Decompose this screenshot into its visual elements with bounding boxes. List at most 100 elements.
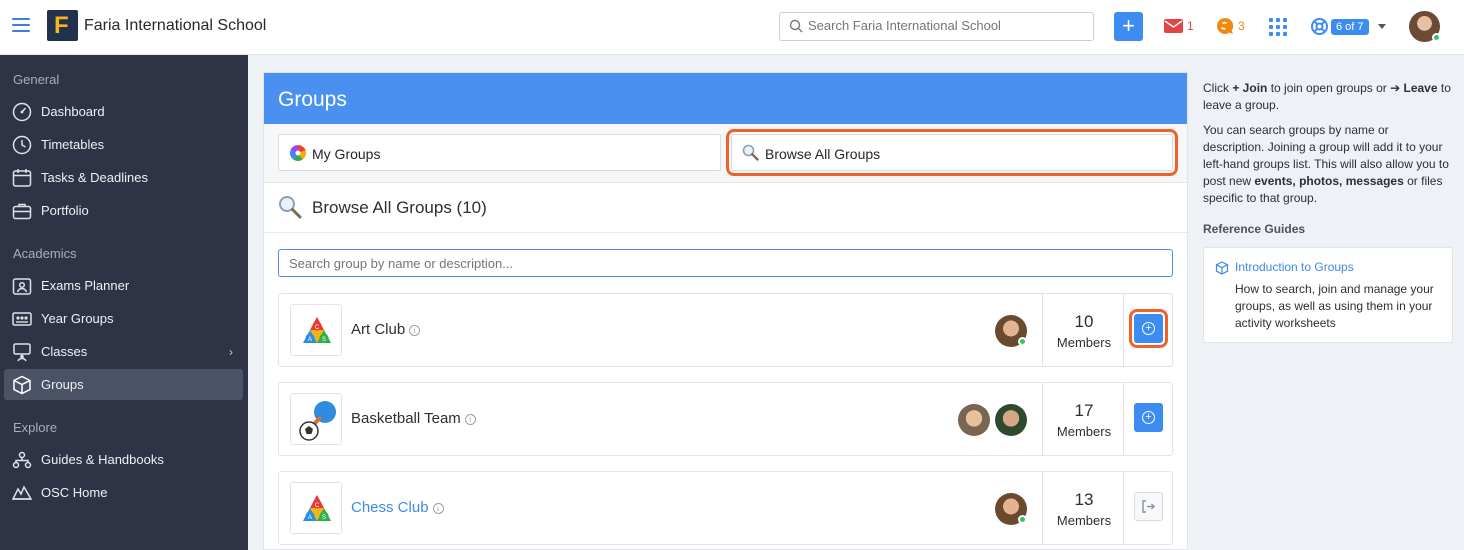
global-search[interactable] bbox=[779, 12, 1094, 41]
mail-count-badge: 1 bbox=[1187, 19, 1194, 33]
svg-text:C: C bbox=[315, 325, 320, 331]
join-button[interactable]: + bbox=[1129, 309, 1168, 348]
member-count: 13 Members bbox=[1042, 472, 1124, 544]
browse-heading-text: Browse All Groups (10) bbox=[312, 198, 487, 217]
sidebar-item-label: Dashboard bbox=[41, 104, 105, 119]
group-name[interactable]: Chess Club i bbox=[351, 499, 444, 516]
sidebar-item-year-groups[interactable]: Year Groups bbox=[4, 303, 243, 334]
sidebar-item-label: Year Groups bbox=[41, 311, 114, 326]
mail-icon[interactable] bbox=[1164, 19, 1183, 33]
page-title: Groups bbox=[278, 88, 347, 111]
chat-icon[interactable] bbox=[1216, 17, 1234, 35]
sidebar-item-portfolio[interactable]: Portfolio bbox=[4, 195, 243, 226]
sidebar-item-timetables[interactable]: Timetables bbox=[4, 129, 243, 160]
sports-icon bbox=[299, 401, 336, 441]
member-count-number: 13 bbox=[1074, 490, 1094, 509]
help-intro: Click + Join to join open groups or ➔ Le… bbox=[1203, 81, 1451, 112]
reference-guide-link[interactable]: Introduction to Groups bbox=[1235, 259, 1354, 276]
member-avatar[interactable] bbox=[958, 404, 990, 436]
member-avatar[interactable] bbox=[995, 404, 1027, 436]
member-count: 17 Members bbox=[1042, 383, 1124, 455]
year-groups-icon bbox=[12, 312, 32, 326]
online-status-dot bbox=[1018, 337, 1027, 346]
tab-label: Browse All Groups bbox=[765, 146, 881, 162]
apps-grid-icon[interactable] bbox=[1269, 18, 1287, 36]
top-bar: F Faria International School + 1 3 6 of … bbox=[0, 0, 1464, 55]
global-search-input[interactable] bbox=[808, 18, 1088, 33]
svg-text:S: S bbox=[322, 337, 326, 343]
group-thumbnail[interactable]: C A S bbox=[290, 304, 342, 356]
group-row-basketball-team: Basketball Team i 17 Members + bbox=[278, 382, 1173, 456]
group-name[interactable]: Basketball Team i bbox=[351, 410, 476, 427]
guides-icon bbox=[12, 451, 32, 469]
tab-browse-all-groups[interactable]: Browse All Groups bbox=[726, 129, 1178, 176]
group-row-chess-club: C A S Chess Club i 13 Members bbox=[278, 471, 1173, 545]
sidebar-item-classes[interactable]: Classes › bbox=[4, 336, 243, 367]
info-icon[interactable]: i bbox=[409, 324, 421, 336]
add-button[interactable]: + bbox=[1114, 12, 1143, 41]
plus-circle-icon: + bbox=[1142, 411, 1155, 424]
sidebar-item-label: OSC Home bbox=[41, 485, 108, 500]
leave-button[interactable] bbox=[1134, 492, 1163, 521]
sidebar-item-label: Groups bbox=[41, 377, 84, 392]
cas-logo-icon: C A S bbox=[303, 317, 331, 343]
reference-guides-heading: Reference Guides bbox=[1203, 222, 1306, 236]
sidebar-item-label: Exams Planner bbox=[41, 278, 130, 293]
chevron-down-icon[interactable] bbox=[1378, 24, 1386, 29]
group-thumbnail[interactable]: C A S bbox=[290, 482, 342, 534]
member-count-label: Members bbox=[1056, 513, 1112, 528]
tab-my-groups[interactable]: My Groups bbox=[278, 134, 721, 171]
sidebar-item-dashboard[interactable]: Dashboard bbox=[4, 96, 243, 127]
cube-icon bbox=[13, 375, 31, 395]
sidebar-item-label: Guides & Handbooks bbox=[41, 452, 164, 467]
member-count-number: 10 bbox=[1074, 312, 1094, 331]
chat-count-badge: 3 bbox=[1238, 19, 1245, 33]
help-progress-pill[interactable]: 6 of 7 bbox=[1331, 19, 1369, 35]
member-count-label: Members bbox=[1056, 424, 1112, 439]
logo-letter: F bbox=[54, 12, 69, 39]
help-description: You can search groups by name or descrip… bbox=[1203, 123, 1449, 205]
sidebar-item-label: Timetables bbox=[41, 137, 105, 152]
group-thumbnail[interactable] bbox=[290, 393, 342, 445]
school-logo[interactable]: F bbox=[47, 10, 78, 41]
sidebar-item-osc-home[interactable]: OSC Home bbox=[4, 477, 243, 508]
reference-guide-card[interactable]: Introduction to Groups How to search, jo… bbox=[1203, 247, 1453, 343]
dashboard-icon bbox=[12, 102, 32, 122]
sidebar-heading-academics: Academics bbox=[13, 246, 77, 261]
reference-guide-description: How to search, join and manage your grou… bbox=[1235, 282, 1434, 330]
sidebar: General Dashboard Timetables Tasks & Dea… bbox=[0, 55, 248, 550]
magnifier-icon bbox=[742, 144, 759, 161]
group-search[interactable] bbox=[278, 249, 1173, 277]
page-header: Groups bbox=[264, 73, 1187, 124]
svg-text:A: A bbox=[308, 337, 312, 343]
school-name[interactable]: Faria International School bbox=[84, 17, 266, 35]
online-status-dot bbox=[1432, 33, 1441, 42]
group-search-input[interactable] bbox=[289, 256, 1149, 271]
tabs-row: My Groups Browse All Groups bbox=[264, 124, 1187, 183]
info-icon[interactable]: i bbox=[432, 502, 444, 514]
magnifier-icon bbox=[279, 196, 302, 219]
online-status-dot bbox=[1018, 515, 1027, 524]
group-name[interactable]: Art Club i bbox=[351, 321, 421, 338]
clock-icon bbox=[12, 135, 32, 155]
info-icon[interactable]: i bbox=[464, 413, 476, 425]
calendar-icon bbox=[12, 169, 32, 187]
help-panel: Click + Join to join open groups or ➔ Le… bbox=[1203, 80, 1453, 343]
search-icon bbox=[789, 19, 803, 33]
svg-text:C: C bbox=[315, 503, 320, 509]
sidebar-item-label: Tasks & Deadlines bbox=[41, 170, 148, 185]
member-count-label: Members bbox=[1056, 335, 1112, 350]
sidebar-item-guides[interactable]: Guides & Handbooks bbox=[4, 444, 243, 475]
groups-panel: Groups My Groups Browse All Groups Brows… bbox=[263, 72, 1188, 550]
sidebar-item-groups[interactable]: Groups bbox=[4, 369, 243, 400]
exams-icon bbox=[12, 278, 32, 295]
sidebar-item-tasks[interactable]: Tasks & Deadlines bbox=[4, 162, 243, 193]
group-row-art-club: C A S Art Club i 10 Members + bbox=[278, 293, 1173, 367]
hamburger-menu-icon[interactable] bbox=[12, 18, 30, 32]
sidebar-item-exams-planner[interactable]: Exams Planner bbox=[4, 270, 243, 301]
chevron-right-icon: › bbox=[229, 345, 233, 359]
leave-icon bbox=[1142, 500, 1155, 513]
join-button[interactable]: + bbox=[1134, 403, 1163, 432]
help-lifebuoy-icon[interactable] bbox=[1311, 18, 1328, 35]
member-count-number: 17 bbox=[1074, 401, 1094, 420]
